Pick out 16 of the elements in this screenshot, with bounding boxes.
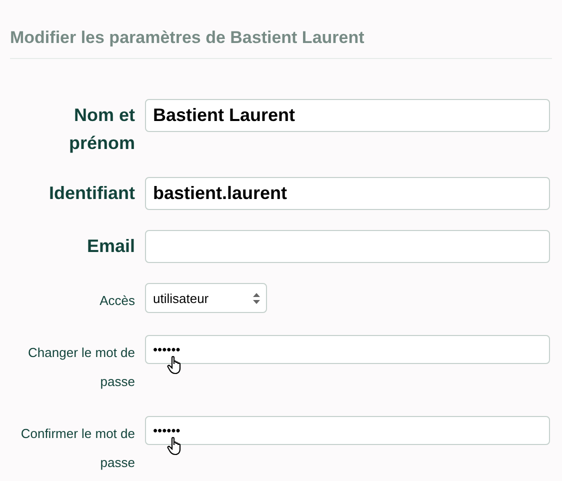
field-label: Accès	[98, 292, 135, 310]
field-label: Identifiant	[48, 182, 135, 205]
hand-cursor-icon	[167, 436, 183, 456]
field-label: Changer le mot de passe	[27, 344, 135, 391]
text-field[interactable]: bastient.laurent	[145, 177, 550, 210]
updown-arrows-icon	[253, 292, 260, 304]
text-field[interactable]: Bastient Laurent	[145, 99, 550, 132]
hand-cursor-icon	[167, 355, 183, 375]
field-label: Nom et prénom	[68, 104, 135, 155]
text-field[interactable]	[145, 230, 550, 263]
page-heading: Modifier les paramètres de Bastient Laurent	[10, 28, 552, 59]
password-field[interactable]: ••••••	[145, 416, 550, 445]
password-field[interactable]: ••••••	[145, 335, 550, 364]
field-label: Confirmer le mot de passe	[20, 425, 135, 472]
field-label: Email	[86, 235, 135, 258]
access-select[interactable]: utilisateur	[145, 283, 267, 313]
